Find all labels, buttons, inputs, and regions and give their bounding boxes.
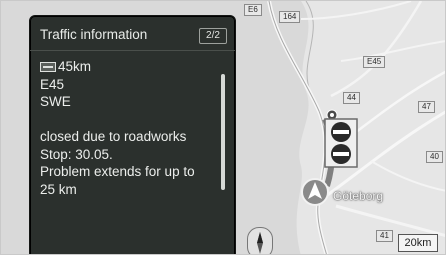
message-line: Stop: 30.05. bbox=[40, 146, 113, 162]
route-sign: E45 bbox=[363, 56, 386, 68]
map-scale-button[interactable]: 20km bbox=[398, 234, 438, 252]
city-label: Göteborg bbox=[333, 189, 384, 203]
distance-value: 45km bbox=[58, 59, 92, 74]
current-position-icon bbox=[301, 178, 329, 206]
panel-body[interactable]: 45km E45 SWE closed due to roadworks Sto… bbox=[40, 58, 220, 198]
panel-title: Traffic information bbox=[40, 27, 148, 42]
route-sign: 44 bbox=[343, 92, 360, 104]
route-sign: 164 bbox=[279, 11, 301, 23]
road-name: E45 bbox=[40, 76, 65, 92]
route-sign: 47 bbox=[418, 101, 435, 113]
message-line: closed due to roadworks bbox=[40, 129, 187, 144]
traffic-info-panel: Traffic information 2/2 45km E45 SWE clo… bbox=[29, 15, 236, 254]
compass-needle-icon bbox=[257, 232, 263, 254]
page-indicator: 2/2 bbox=[199, 28, 227, 44]
distance-row: 45km bbox=[40, 58, 220, 76]
compass-button[interactable] bbox=[247, 227, 273, 254]
message-line: 25 km bbox=[40, 181, 77, 197]
navigation-screen: E6 164 E45 44 47 41 40 Göteborg 20km Tra… bbox=[0, 0, 446, 255]
route-sign: E6 bbox=[244, 4, 262, 16]
panel-header: Traffic information 2/2 bbox=[30, 16, 235, 51]
panel-scrollbar[interactable] bbox=[221, 74, 225, 190]
road-closed-icon[interactable] bbox=[324, 118, 358, 168]
road-icon bbox=[40, 61, 56, 72]
route-sign: 41 bbox=[376, 230, 393, 242]
country-code: SWE bbox=[40, 94, 71, 109]
route-sign: 40 bbox=[426, 151, 443, 163]
message-line: Problem extends for up to bbox=[40, 164, 195, 179]
